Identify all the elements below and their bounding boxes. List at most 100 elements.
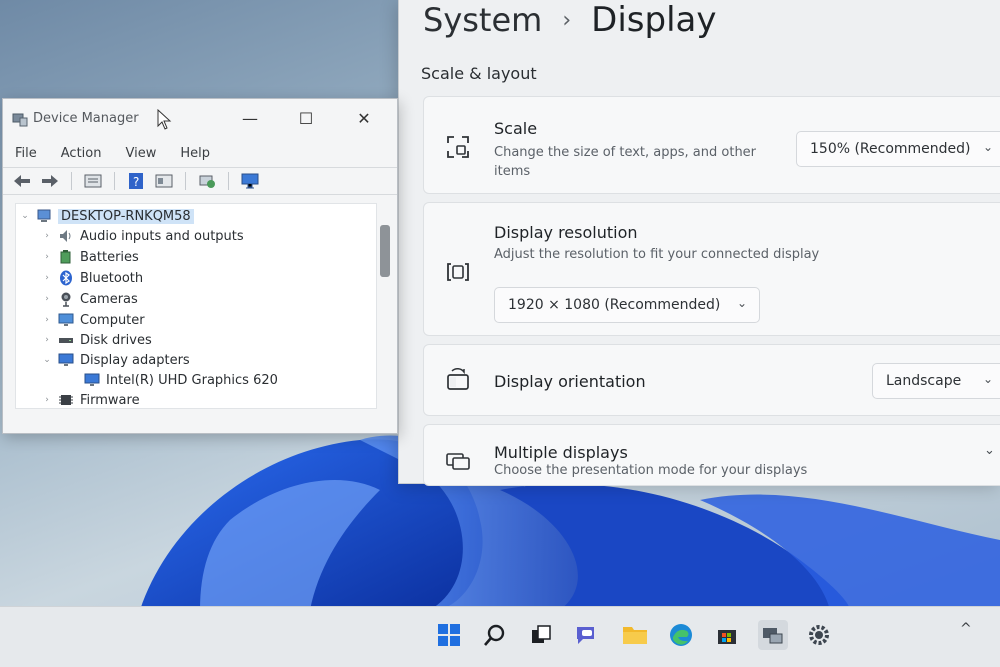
device-manager-window: Device Manager — ☐ ✕ File Action View He… [2, 98, 398, 434]
computer-icon [37, 209, 51, 222]
task-view-icon[interactable] [526, 620, 556, 650]
device-manager-icon[interactable] [758, 620, 788, 650]
settings-gear-icon[interactable] [804, 620, 834, 650]
multiple-displays-description: Choose the presentation mode for your di… [494, 463, 808, 478]
scale-icon [447, 136, 469, 158]
scale-title: Scale [494, 119, 538, 138]
page-title: Display [591, 0, 717, 40]
help-icon[interactable]: ? [125, 171, 147, 191]
multiple-displays-icon [446, 453, 470, 470]
orientation-dropdown-value: Landscape [886, 373, 962, 389]
teams-chat-icon[interactable] [572, 620, 602, 650]
orientation-dropdown[interactable]: Landscape ⌄ [872, 363, 1000, 399]
view-icon[interactable] [153, 171, 175, 191]
file-explorer-icon[interactable] [620, 620, 650, 650]
resolution-description: Adjust the resolution to fit your connec… [494, 247, 820, 262]
tree-root[interactable]: ⌄ DESKTOP-RNKQM58 [20, 206, 194, 226]
tree-item-computer[interactable]: › Computer [42, 310, 145, 330]
battery-icon [60, 250, 71, 264]
tree-item-cameras[interactable]: › Cameras [42, 289, 138, 309]
forward-arrow-icon[interactable] [39, 171, 61, 191]
scrollbar-thumb[interactable] [380, 225, 390, 277]
monitor-icon [58, 353, 74, 366]
tree-item-firmware[interactable]: › Firmware [42, 390, 139, 408]
tree-item-label: Disk drives [80, 332, 152, 348]
collapse-chevron-icon[interactable]: ⌄ [20, 211, 30, 221]
title-bar[interactable]: Device Manager — ☐ ✕ [3, 99, 397, 139]
expand-chevron-icon[interactable]: › [42, 294, 52, 304]
tree-item-label: Display adapters [80, 352, 190, 368]
expand-chevron-icon[interactable]: › [42, 273, 52, 283]
minimize-button[interactable]: — [233, 107, 267, 131]
tree-item-label: Cameras [80, 291, 138, 307]
menu-action[interactable]: Action [49, 143, 114, 165]
toolbar-divider [185, 172, 186, 190]
tree-item-bluetooth[interactable]: › Bluetooth [42, 268, 143, 288]
scale-card: Scale Change the size of text, apps, and… [423, 96, 1000, 194]
settings-window: System › Display Scale & layout Scale Ch… [398, 0, 1000, 486]
collapse-chevron-icon[interactable]: ⌄ [42, 355, 52, 365]
resolution-card: Display resolution Adjust the resolution… [423, 202, 1000, 336]
expand-chevron-icon[interactable]: › [42, 252, 52, 262]
scale-dropdown-value: 150% (Recommended) [810, 141, 971, 157]
resolution-icon [447, 263, 469, 281]
tree-item-display-adapters[interactable]: ⌄ Display adapters [42, 350, 190, 370]
system-tray-chevron-icon[interactable]: ^ [960, 621, 972, 637]
scale-description-line1: Change the size of text, apps, and other [494, 145, 757, 160]
close-button[interactable]: ✕ [347, 107, 381, 131]
scan-hardware-icon[interactable] [196, 171, 218, 191]
resolution-title: Display resolution [494, 223, 638, 242]
expand-chevron-icon[interactable]: › [42, 315, 52, 325]
search-icon[interactable] [480, 620, 510, 650]
bluetooth-icon [60, 270, 72, 286]
tree-item-label: Computer [80, 312, 145, 328]
monitor-icon [84, 373, 100, 386]
tree-item-disk-drives[interactable]: › Disk drives [42, 330, 152, 350]
properties-icon[interactable] [82, 171, 104, 191]
microsoft-store-icon[interactable] [712, 620, 742, 650]
breadcrumb-separator-icon: › [562, 7, 572, 33]
breadcrumb: System › Display [423, 0, 716, 46]
expand-chevron-icon[interactable]: › [42, 231, 52, 241]
toolbar-divider [71, 172, 72, 190]
expand-chevron-icon[interactable]: › [42, 395, 52, 405]
resolution-dropdown-value: 1920 × 1080 (Recommended) [508, 297, 721, 313]
tree-item-audio[interactable]: › Audio inputs and outputs [42, 226, 244, 246]
scale-dropdown[interactable]: 150% (Recommended) ⌄ [796, 131, 1000, 167]
tree-scrollbar[interactable] [379, 203, 391, 409]
multiple-displays-title: Multiple displays [494, 443, 628, 462]
camera-icon [61, 292, 71, 307]
edge-browser-icon[interactable] [666, 620, 696, 650]
menu-view[interactable]: View [113, 143, 168, 165]
svg-text:?: ? [133, 175, 139, 189]
tree-item-label: Intel(R) UHD Graphics 620 [106, 372, 278, 388]
mouse-cursor-icon [157, 109, 172, 130]
orientation-title: Display orientation [494, 372, 646, 391]
menu-file[interactable]: File [3, 143, 49, 165]
chevron-down-icon[interactable]: ⌄ [984, 443, 995, 458]
windows-start-icon[interactable] [434, 620, 464, 650]
toolbar-divider [228, 172, 229, 190]
chevron-down-icon: ⌄ [736, 296, 747, 310]
orientation-card: Display orientation Landscape ⌄ [423, 344, 1000, 416]
tree-item-label: Bluetooth [80, 270, 144, 286]
tree-item-batteries[interactable]: › Batteries [42, 247, 139, 267]
tree-item-label: Audio inputs and outputs [80, 228, 244, 244]
scale-description-line2: items [494, 164, 531, 179]
breadcrumb-system[interactable]: System [423, 1, 542, 39]
monitor-icon[interactable] [239, 171, 261, 191]
multiple-displays-card[interactable]: Multiple displays Choose the presentatio… [423, 424, 1000, 486]
tree-item-label: Batteries [80, 249, 139, 265]
chip-icon [59, 395, 73, 405]
device-tree: ⌄ DESKTOP-RNKQM58 › Audio inputs and out… [15, 203, 377, 409]
taskbar: ^ [0, 606, 1000, 667]
disk-icon [59, 338, 73, 343]
menu-bar: File Action View Help [3, 143, 222, 165]
menu-help[interactable]: Help [168, 143, 222, 165]
back-arrow-icon[interactable] [11, 171, 33, 191]
expand-chevron-icon[interactable]: › [42, 335, 52, 345]
tree-item-intel-uhd-graphics[interactable]: Intel(R) UHD Graphics 620 [84, 370, 278, 390]
resolution-dropdown[interactable]: 1920 × 1080 (Recommended) ⌄ [494, 287, 760, 323]
maximize-button[interactable]: ☐ [289, 107, 323, 131]
toolbar: ? [3, 167, 397, 195]
